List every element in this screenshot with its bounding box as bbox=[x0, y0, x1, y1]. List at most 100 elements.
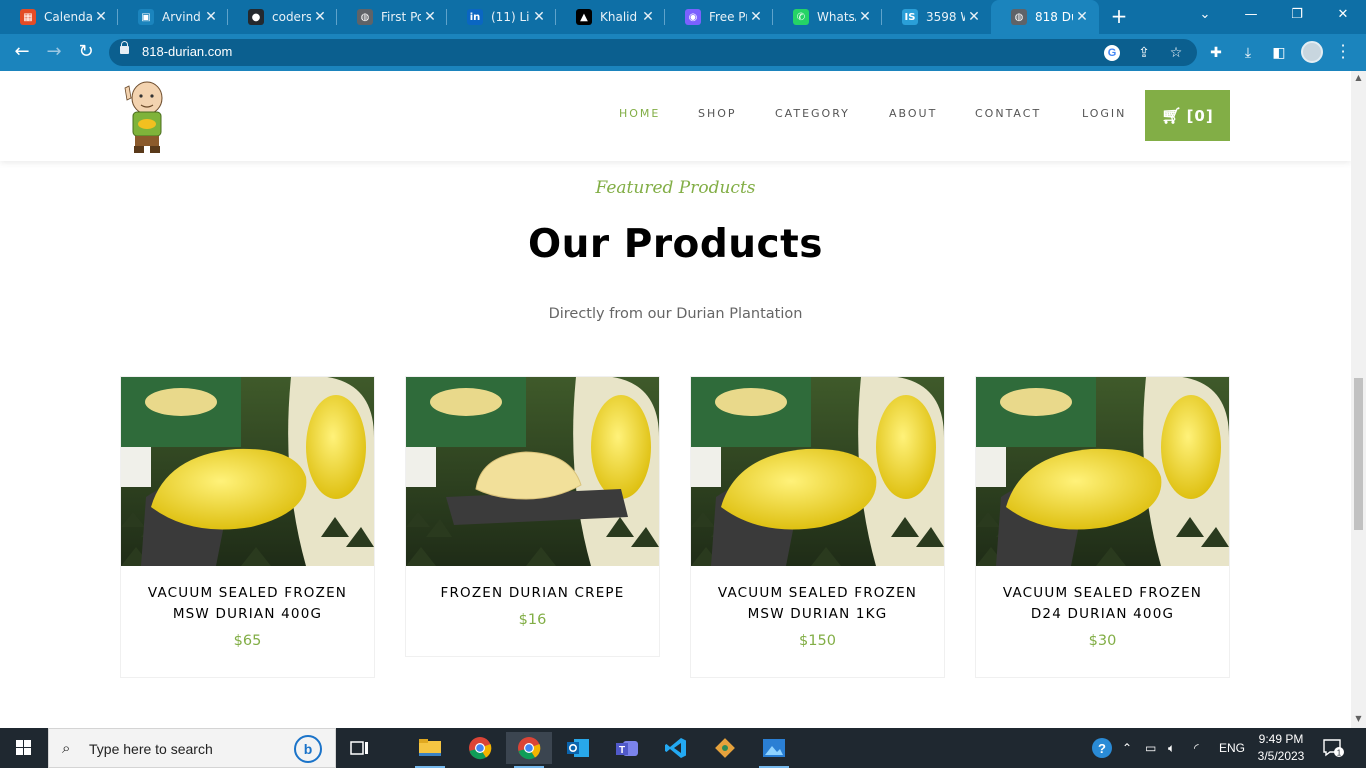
address-url[interactable]: 818-durian.com bbox=[142, 44, 232, 59]
chrome-active-window-icon[interactable] bbox=[506, 732, 552, 768]
browser-tab[interactable]: ▦ Calendar✕ bbox=[0, 0, 118, 34]
close-tab-icon[interactable]: ✕ bbox=[639, 9, 657, 25]
back-icon[interactable]: ← bbox=[10, 41, 34, 65]
teams-icon[interactable]: T bbox=[604, 732, 650, 764]
close-tab-icon[interactable]: ✕ bbox=[311, 9, 329, 25]
product-name[interactable]: VACUUM SEALED FROZEN MSW DURIAN 400G bbox=[121, 583, 374, 625]
forward-icon[interactable]: → bbox=[42, 41, 66, 65]
close-tab-icon[interactable]: ✕ bbox=[530, 9, 548, 25]
taskbar-clock[interactable]: 9:49 PM 3/5/2023 bbox=[1250, 731, 1312, 765]
browser-tab[interactable]: ▣ Arvind N✕ bbox=[118, 0, 228, 34]
close-window-button[interactable]: ✕ bbox=[1320, 0, 1366, 30]
globe-icon: ◍ bbox=[1011, 9, 1027, 25]
product-card[interactable]: VACUUM SEALED FROZEN MSW DURIAN 400G $65 bbox=[120, 376, 375, 678]
minimize-button[interactable]: — bbox=[1228, 0, 1274, 30]
taskbar-search-placeholder: Type here to search bbox=[89, 741, 213, 757]
cart-count: [0] bbox=[1186, 106, 1214, 125]
restore-button[interactable]: ❐ bbox=[1274, 0, 1320, 30]
browser-tab[interactable]: IS 3598 Wo✕ bbox=[882, 0, 991, 34]
taskbar-search[interactable]: ⌕ Type here to search b bbox=[48, 728, 336, 768]
share-icon[interactable]: ⇪ bbox=[1136, 45, 1152, 61]
chevron-up-icon[interactable]: ⌃ bbox=[1122, 728, 1132, 768]
close-tab-icon[interactable]: ✕ bbox=[747, 9, 765, 25]
help-icon[interactable]: ? bbox=[1090, 728, 1114, 768]
scroll-up-icon[interactable]: ▲ bbox=[1354, 74, 1363, 82]
scroll-down-icon[interactable]: ▼ bbox=[1354, 715, 1363, 723]
calendar-icon: ▦ bbox=[20, 9, 36, 25]
browser-tab[interactable]: ◍ 818 Duri✕ bbox=[991, 0, 1099, 34]
search-icon: ⌕ bbox=[62, 739, 71, 757]
cart-button[interactable]: 🛒︎ [0] bbox=[1145, 90, 1230, 141]
browser-tab[interactable]: ✆ WhatsApp✕ bbox=[773, 0, 882, 34]
nav-home[interactable]: HOME bbox=[619, 107, 660, 120]
screen-icon: ▣ bbox=[138, 9, 154, 25]
nav-shop[interactable]: SHOP bbox=[698, 107, 737, 120]
site-logo[interactable] bbox=[121, 80, 173, 156]
whatsapp-icon: ✆ bbox=[793, 9, 809, 25]
start-button[interactable] bbox=[0, 728, 48, 768]
scrollbar-thumb[interactable] bbox=[1354, 378, 1363, 530]
volume-icon[interactable]: 🔈︎ bbox=[1168, 728, 1175, 768]
browser-tab[interactable]: ● codersgu✕ bbox=[228, 0, 337, 34]
profile-avatar[interactable] bbox=[1301, 41, 1323, 63]
tab-title: WhatsApp bbox=[817, 10, 856, 24]
notification-icon[interactable]: 1 bbox=[1322, 738, 1344, 758]
close-tab-icon[interactable]: ✕ bbox=[856, 9, 874, 25]
product-price: $150 bbox=[799, 633, 836, 649]
menu-kebab-icon[interactable]: · · · bbox=[1335, 38, 1351, 66]
tab-search-icon[interactable]: ⌄ bbox=[1182, 0, 1228, 30]
linkedin-icon: in bbox=[467, 9, 483, 25]
close-tab-icon[interactable]: ✕ bbox=[202, 9, 220, 25]
vscode-icon[interactable] bbox=[653, 732, 699, 764]
bing-icon[interactable]: b bbox=[294, 735, 322, 763]
browser-tab[interactable]: ◍ First Por✕ bbox=[337, 0, 447, 34]
product-price: $65 bbox=[233, 633, 262, 649]
nav-contact[interactable]: CONTACT bbox=[975, 107, 1041, 120]
product-name[interactable]: VACUUM SEALED FROZEN MSW DURIAN 1KG bbox=[691, 583, 944, 625]
product-name[interactable]: FROZEN DURIAN CREPE bbox=[406, 583, 659, 604]
side-panel-icon[interactable]: ◧ bbox=[1270, 44, 1288, 62]
new-tab-button[interactable]: + bbox=[1106, 5, 1132, 29]
browser-tab[interactable]: ▲ Khalid A✕ bbox=[556, 0, 665, 34]
page-scrollbar[interactable]: ▲ ▼ bbox=[1351, 71, 1366, 728]
close-tab-icon[interactable]: ✕ bbox=[92, 9, 110, 25]
close-tab-icon[interactable]: ✕ bbox=[1073, 9, 1091, 25]
photos-icon[interactable] bbox=[751, 732, 797, 768]
close-tab-icon[interactable]: ✕ bbox=[421, 9, 439, 25]
windows-taskbar: ⌕ Type here to search b T ? ⌃ ▭ 🔈︎ ◜ ENG… bbox=[0, 728, 1366, 768]
file-explorer-icon[interactable] bbox=[407, 732, 453, 768]
browser-tab[interactable]: ◉ Free Pro✕ bbox=[665, 0, 773, 34]
svg-text:?: ? bbox=[1098, 741, 1106, 756]
download-icon[interactable]: ⤓ bbox=[1239, 44, 1257, 62]
extensions-icon[interactable]: ✚ bbox=[1207, 44, 1225, 62]
tab-title: First Por bbox=[381, 10, 421, 24]
product-image[interactable] bbox=[406, 377, 659, 566]
browser-tab[interactable]: in (11) Link✕ bbox=[447, 0, 556, 34]
product-card[interactable]: FROZEN DURIAN CREPE $16 bbox=[405, 376, 660, 657]
tab-title: Calendar bbox=[44, 10, 92, 24]
address-bar[interactable]: 818-durian.com G ⇪ ☆ bbox=[109, 39, 1197, 66]
product-image[interactable] bbox=[691, 377, 944, 566]
chrome-icon[interactable] bbox=[457, 732, 503, 764]
section-subheading: Featured Products bbox=[595, 178, 756, 198]
outlook-icon[interactable] bbox=[555, 732, 601, 764]
battery-icon[interactable]: ▭ bbox=[1145, 728, 1156, 768]
task-view-icon[interactable] bbox=[337, 732, 383, 764]
bookmark-star-icon[interactable]: ☆ bbox=[1168, 45, 1184, 61]
nav-about[interactable]: ABOUT bbox=[889, 107, 937, 120]
close-tab-icon[interactable]: ✕ bbox=[965, 9, 983, 25]
is-icon: IS bbox=[902, 9, 918, 25]
product-card[interactable]: VACUUM SEALED FROZEN MSW DURIAN 1KG $150 bbox=[690, 376, 945, 678]
google-lens-icon[interactable]: G bbox=[1104, 45, 1120, 61]
product-name[interactable]: VACUUM SEALED FROZEN D24 DURIAN 400G bbox=[976, 583, 1229, 625]
language-indicator[interactable]: ENG bbox=[1219, 728, 1245, 768]
product-image[interactable] bbox=[976, 377, 1229, 566]
tab-title: 818 Duri bbox=[1035, 10, 1073, 24]
reload-icon[interactable]: ↻ bbox=[74, 41, 98, 65]
nav-category[interactable]: CATEGORY bbox=[775, 107, 850, 120]
product-card[interactable]: VACUUM SEALED FROZEN D24 DURIAN 400G $30 bbox=[975, 376, 1230, 678]
git-tool-icon[interactable] bbox=[702, 732, 748, 764]
nav-login[interactable]: LOGIN bbox=[1082, 107, 1126, 120]
product-image[interactable] bbox=[121, 377, 374, 566]
wifi-icon[interactable]: ◜ bbox=[1194, 728, 1199, 768]
